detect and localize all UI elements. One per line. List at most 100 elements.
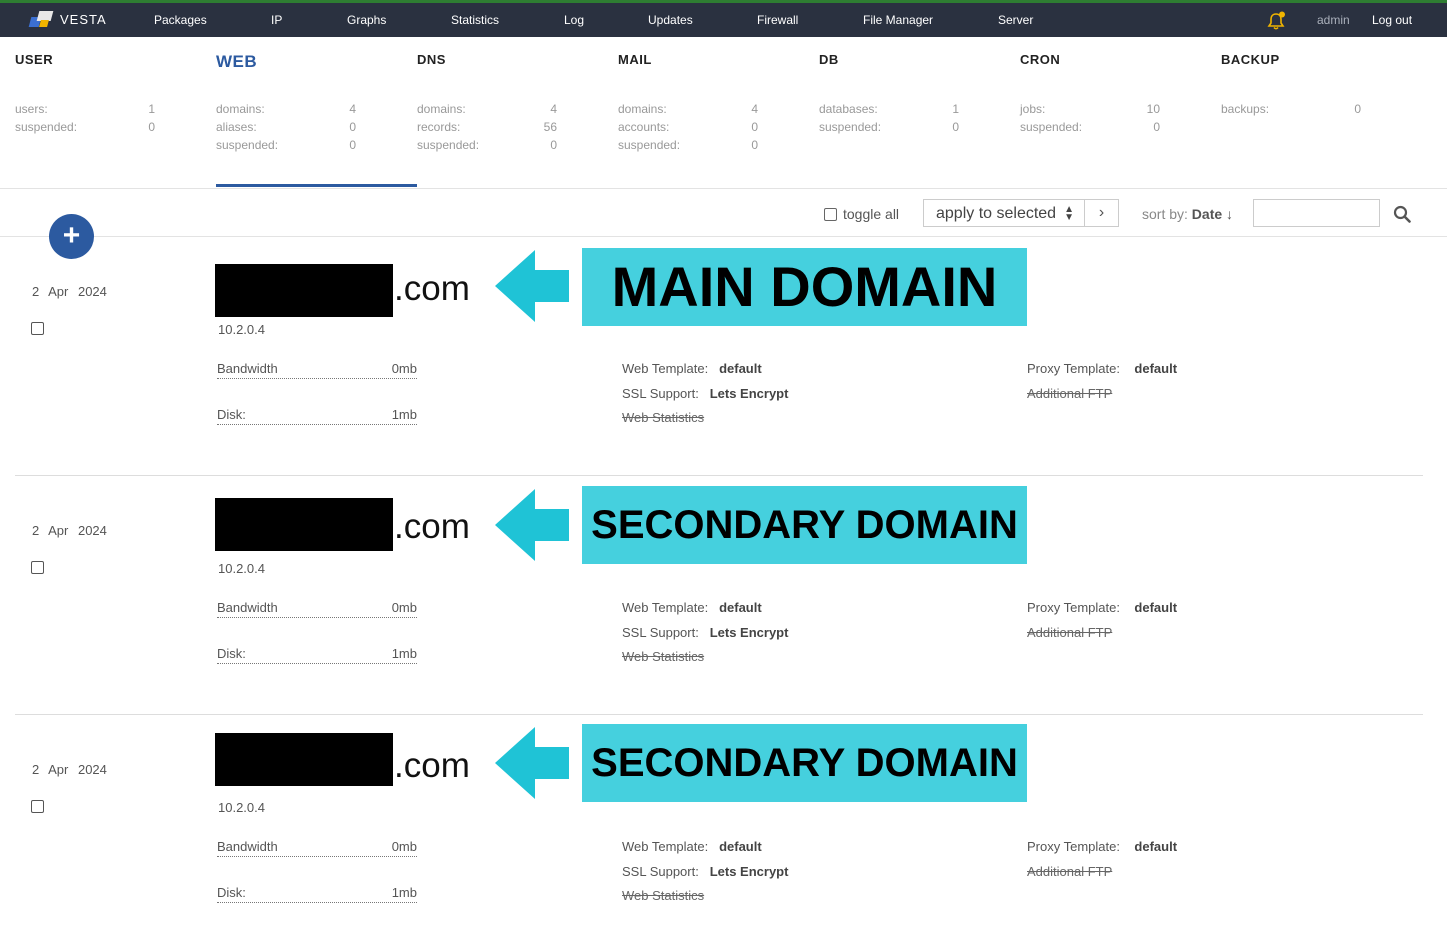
toggle-all[interactable]: toggle all (824, 206, 899, 222)
additional-ftp: Additional FTP (1027, 386, 1113, 401)
apply-label: apply to selected (936, 205, 1057, 222)
domain-ip: 10.2.0.4 (218, 322, 265, 337)
domain-date: 2 Apr 2024 (32, 762, 107, 777)
brand-name: VESTA (60, 11, 107, 27)
toggle-all-checkbox[interactable] (824, 207, 837, 221)
active-tab-indicator (216, 184, 417, 187)
sort-by[interactable]: sort by: Date ↓ (1142, 206, 1233, 222)
domain-tld[interactable]: .com (394, 269, 470, 309)
redacted-domain-name (215, 264, 393, 317)
secondary-domain-banner: SECONDARY DOMAIN (582, 724, 1027, 802)
stat-row: records: 56 (417, 120, 557, 134)
divider (15, 714, 1423, 715)
search-icon[interactable] (1393, 205, 1411, 223)
divider (15, 475, 1423, 476)
stat-cron[interactable]: CRON jobs: 10 suspended: 0 (1020, 52, 1210, 134)
stat-row: databases: 1 (819, 102, 959, 116)
bandwidth-metric: Bandwidth 0mb (217, 361, 417, 379)
apply-to-selected-select[interactable]: apply to selected ▲ ▼ (923, 199, 1085, 227)
stat-mail[interactable]: MAIL domains: 4 accounts: 0 suspended: 0 (618, 52, 808, 152)
vesta-logo-icon (28, 11, 54, 27)
arrow-left-icon (495, 727, 569, 799)
add-domain-button[interactable]: + (49, 214, 94, 259)
stat-row: suspended: 0 (417, 138, 557, 152)
logout-link[interactable]: Log out (1372, 13, 1412, 27)
proxy-template: Proxy Template: default (1027, 361, 1178, 376)
stat-title: WEB (216, 52, 258, 71)
domain-ip: 10.2.0.4 (218, 561, 265, 576)
top-nav-bar: VESTA Packages IP Graphs Statistics Log … (0, 0, 1447, 37)
sort-label: sort by: (1142, 206, 1188, 222)
ssl-support: SSL Support: Lets Encrypt (622, 386, 789, 401)
stat-row: suspended: 0 (819, 120, 959, 134)
stat-backup[interactable]: BACKUP backups: 0 (1221, 52, 1411, 116)
stat-title: USER (15, 52, 54, 67)
stat-user[interactable]: USER users: 1 suspended: 0 (15, 52, 205, 134)
stat-row: jobs: 10 (1020, 102, 1160, 116)
stat-web[interactable]: WEB domains: 4 aliases: 0 suspended: 0 (216, 52, 406, 152)
secondary-domain-banner: SECONDARY DOMAIN (582, 486, 1027, 564)
redacted-domain-name (215, 733, 393, 786)
web-template: Web Template: default (622, 839, 762, 854)
ssl-support: SSL Support: Lets Encrypt (622, 625, 789, 640)
ssl-support: SSL Support: Lets Encrypt (622, 864, 789, 879)
domain-tld[interactable]: .com (394, 746, 470, 786)
stat-row: suspended: 0 (1020, 120, 1160, 134)
divider (0, 188, 1447, 189)
chevron-right-icon: › (1098, 204, 1105, 221)
domain-ip: 10.2.0.4 (218, 800, 265, 815)
sort-value: Date ↓ (1191, 206, 1234, 222)
nav-statistics[interactable]: Statistics (451, 13, 499, 27)
additional-ftp: Additional FTP (1027, 625, 1113, 640)
domain-date: 2 Apr 2024 (32, 284, 107, 299)
apply-go-button[interactable]: › (1085, 199, 1119, 227)
stat-title: MAIL (618, 52, 652, 67)
user-name[interactable]: admin (1317, 13, 1350, 27)
disk-metric: Disk: 1mb (217, 646, 417, 664)
stat-dns[interactable]: DNS domains: 4 records: 56 suspended: 0 (417, 52, 607, 152)
stat-row: suspended: 0 (15, 120, 155, 134)
search-input[interactable] (1253, 199, 1380, 227)
domain-date: 2 Apr 2024 (32, 523, 107, 538)
stat-row: accounts: 0 (618, 120, 758, 134)
arrow-left-icon (495, 250, 569, 322)
web-template: Web Template: default (622, 361, 762, 376)
main-domain-banner: MAIN DOMAIN (582, 248, 1027, 326)
nav-updates[interactable]: Updates (648, 13, 693, 27)
stat-row: domains: 4 (216, 102, 356, 116)
nav-ip[interactable]: IP (271, 13, 282, 27)
nav-file-manager[interactable]: File Manager (863, 13, 933, 27)
stat-title: CRON (1020, 52, 1061, 67)
domain-checkbox[interactable] (31, 800, 44, 813)
bandwidth-metric: Bandwidth 0mb (217, 600, 417, 618)
stat-row: users: 1 (15, 102, 155, 116)
nav-firewall[interactable]: Firewall (757, 13, 798, 27)
web-statistics: Web Statistics (622, 649, 705, 664)
divider (0, 236, 1447, 237)
stat-row: domains: 4 (417, 102, 557, 116)
stat-row: domains: 4 (618, 102, 758, 116)
domain-checkbox[interactable] (31, 561, 44, 574)
vesta-logo[interactable]: VESTA (28, 11, 107, 27)
stat-row: suspended: 0 (618, 138, 758, 152)
stat-db[interactable]: DB databases: 1 suspended: 0 (819, 52, 1009, 134)
stat-row: suspended: 0 (216, 138, 356, 152)
notification-bell-icon[interactable] (1266, 11, 1286, 31)
stat-title: BACKUP (1221, 52, 1280, 67)
stat-row: aliases: 0 (216, 120, 356, 134)
arrow-left-icon (495, 489, 569, 561)
nav-log[interactable]: Log (564, 13, 584, 27)
domain-tld[interactable]: .com (394, 507, 470, 547)
nav-packages[interactable]: Packages (154, 13, 207, 27)
nav-graphs[interactable]: Graphs (347, 13, 386, 27)
domain-checkbox[interactable] (31, 322, 44, 335)
stat-row: backups: 0 (1221, 102, 1361, 116)
proxy-template: Proxy Template: default (1027, 839, 1178, 854)
disk-metric: Disk: 1mb (217, 885, 417, 903)
web-statistics: Web Statistics (622, 410, 705, 425)
proxy-template: Proxy Template: default (1027, 600, 1178, 615)
bandwidth-metric: Bandwidth 0mb (217, 839, 417, 857)
select-arrows-icon: ▲ ▼ (1064, 204, 1074, 223)
nav-server[interactable]: Server (998, 13, 1033, 27)
disk-metric: Disk: 1mb (217, 407, 417, 425)
